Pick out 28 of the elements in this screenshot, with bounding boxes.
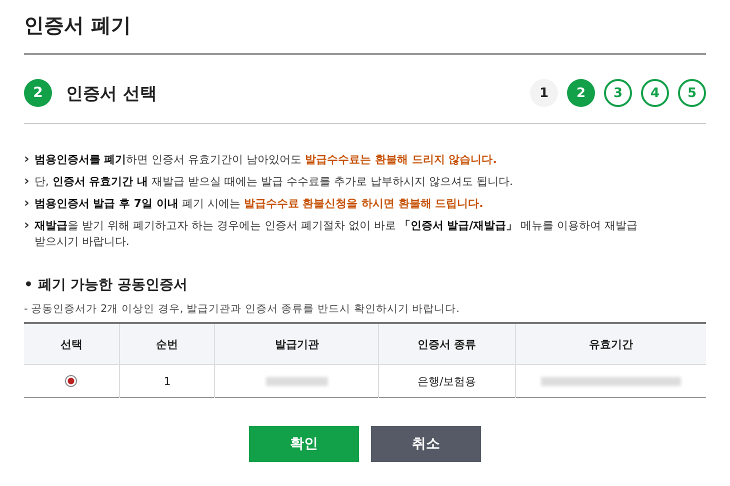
step-indicator: 1 [530, 79, 558, 107]
notice-text: 범용인증서 발급 후 7일 이내 폐기 시에는 발급수수료 환불신청을 하시면 환불해 드립니다. [34, 196, 484, 212]
table-cell: 은행/보험용 [378, 364, 515, 398]
table-cell: 1 [119, 364, 215, 398]
cancel-button[interactable]: 취소 [371, 426, 481, 462]
step-title: 인증서 선택 [66, 82, 157, 104]
step-indicator: 5 [678, 79, 706, 107]
radio-button[interactable] [65, 375, 78, 388]
section-note: - 공동인증서가 2개 이상인 경우, 발급기관과 인증서 종류를 반드시 확인하시기 바랍니다. [24, 302, 461, 316]
column-header: 유효기간 [515, 323, 706, 364]
column-header: 선택 [24, 323, 120, 364]
notice-text: 단, 인증서 유효기간 내 재발급 받으실 때에는 발급 수수료를 추가로 납부하시지 않으셔도 됩니다. [34, 174, 514, 190]
step-indicator: 4 [641, 79, 669, 107]
step-indicator: 2 [567, 79, 595, 107]
bullet-mark: › [24, 218, 30, 235]
notice-text: 범용인증서를 폐기하면 인증서 유효기간이 남아있어도 발급수수료는 환불해 드리지 않습니다. [34, 152, 498, 168]
step-indicator: 3 [604, 79, 632, 107]
section-title: • 폐기 가능한 공동인증서 [24, 276, 189, 294]
column-header: 순번 [119, 323, 215, 364]
bullet-mark: › [24, 196, 30, 212]
column-header: 인증서 종류 [378, 323, 515, 364]
redacted-text [266, 376, 328, 386]
step-number: 2 [24, 79, 52, 107]
bullet-mark: › [24, 174, 30, 190]
bullet-mark: › [24, 152, 30, 168]
column-header: 발급기관 [214, 323, 379, 364]
page-title: 인증서 폐기 [24, 0, 706, 55]
notice-text: 재발급을 받기 위해 폐기하고자 하는 경우에는 인증서 폐기절차 없이 바로 「인증서 발급/재발급」 메뉴를 이용하여 재발급 받으시기 바랍니다. [34, 218, 639, 250]
